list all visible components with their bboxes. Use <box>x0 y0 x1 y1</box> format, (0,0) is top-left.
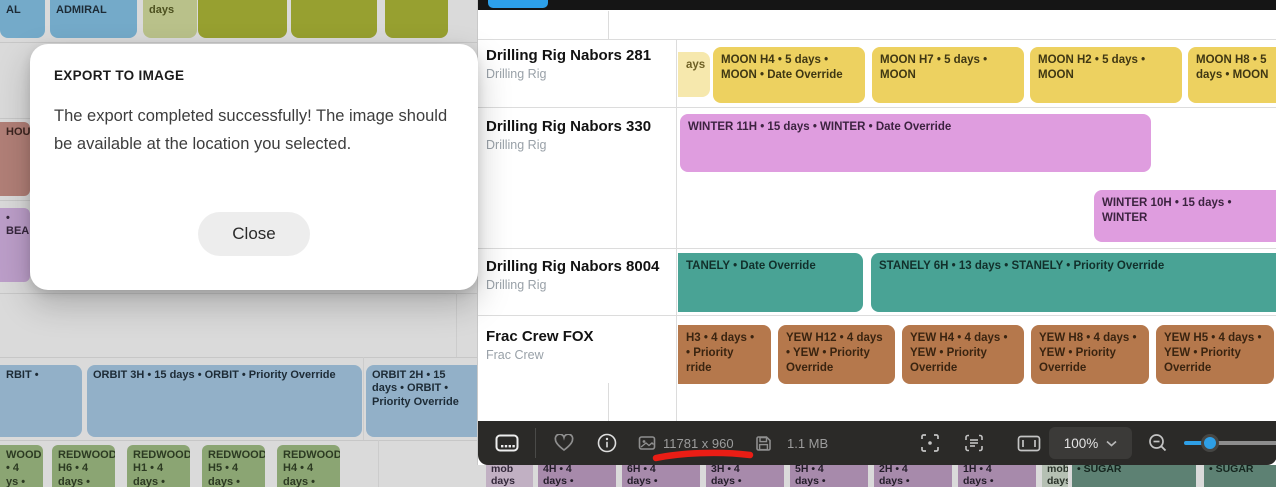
stage-cell[interactable]: 1H • 4days • <box>958 465 1036 487</box>
row-divider <box>478 315 1276 316</box>
stage-cell[interactable]: 3H • 4days • <box>706 465 784 487</box>
gantt-row-subtitle: Drilling Rig <box>486 278 546 293</box>
text-recognition-icon[interactable] <box>964 421 984 465</box>
column-divider <box>608 383 609 421</box>
stage-cell[interactable]: 2H • 4days • <box>874 465 952 487</box>
viewer-toolbar: 11781 x 960 1.1 MB <box>478 421 1276 465</box>
column-divider <box>608 11 609 39</box>
modal-title: EXPORT TO IMAGE <box>54 68 184 83</box>
app-screen: ALADMIRALdays HOUS • BEA RBIT •ORBIT 3H • 1… <box>0 0 1276 487</box>
yew-bar: YEW H12 • 4 days • YEW • Priority Overri… <box>778 325 895 384</box>
file-size-text: 1.1 MB <box>787 421 828 465</box>
stage-cell[interactable]: 4H • 4days • <box>538 465 616 487</box>
moon-bar: MOON H8 • 5 days • MOON <box>1188 47 1276 103</box>
center-focus-icon[interactable] <box>920 421 940 465</box>
fit-to-width-icon[interactable] <box>1017 421 1041 465</box>
viewer-top-bar <box>478 0 1276 10</box>
orbit-bar[interactable]: ORBIT 2H • 15 days • ORBIT • Priority Ov… <box>366 365 477 437</box>
orbit-bar[interactable]: RBIT • <box>0 365 82 437</box>
image-dimensions-icon <box>638 421 656 465</box>
gantt-row-subtitle: Drilling Rig <box>486 67 546 82</box>
label-column-border <box>676 39 677 421</box>
olive-bar[interactable] <box>198 0 287 38</box>
admiral-bar[interactable]: AL <box>0 0 45 38</box>
stanely-bar: TANELY • Date Override <box>678 253 863 312</box>
save-icon <box>755 421 772 465</box>
modal-body: The export completed successfully! The i… <box>54 102 456 158</box>
grid-line <box>363 357 364 440</box>
mob-cell[interactable]: mobdays <box>486 465 533 487</box>
row-divider <box>0 42 477 43</box>
yew-bar: H3 • 4 days •• Priorityrride <box>678 325 771 384</box>
zoom-level-value: 100% <box>1064 436 1099 451</box>
olive-bar[interactable] <box>385 0 448 38</box>
sugar-cell[interactable]: • SUGAR <box>1072 465 1196 487</box>
mob-cell[interactable]: mobdays <box>1042 465 1068 487</box>
toolbar-divider <box>535 428 536 458</box>
info-icon[interactable] <box>597 421 617 465</box>
winter-bar: WINTER 10H • 15 days • WINTER <box>1094 190 1276 242</box>
yew-bar: YEW H4 • 4 days • YEW • Priority Overrid… <box>902 325 1024 384</box>
olive-bar[interactable] <box>291 0 377 38</box>
gantt-row-subtitle: Drilling Rig <box>486 138 546 153</box>
admiral-bar[interactable]: ADMIRAL <box>50 0 137 38</box>
moon-bar: MOON H2 • 5 days • MOON <box>1030 47 1182 103</box>
export-modal: EXPORT TO IMAGE The export completed suc… <box>30 44 478 290</box>
image-viewer-panel: Drilling Rig Nabors 281 Drilling Rig Dri… <box>477 0 1276 465</box>
grid-line <box>456 293 457 357</box>
gantt-row-title: Drilling Rig Nabors 330 <box>486 118 651 136</box>
yew-bar: YEW H5 • 4 days • YEW • Priority Overrid… <box>1156 325 1274 384</box>
row-divider <box>0 440 477 441</box>
zoom-out-icon[interactable] <box>1148 421 1168 465</box>
sugar-cell[interactable]: • SUGAR <box>1204 465 1276 487</box>
gantt-row-title: Frac Crew FOX <box>486 328 594 346</box>
yew-bar: YEW H8 • 4 days • YEW • Priority Overrid… <box>1031 325 1149 384</box>
dock-icon[interactable] <box>495 421 519 465</box>
zoom-slider-thumb[interactable] <box>1201 434 1219 452</box>
house-bar[interactable]: HOUS <box>0 122 30 196</box>
moon-bar: MOON H4 • 5 days • MOON • Date Override <box>713 47 865 103</box>
row-divider <box>478 39 1276 40</box>
orbit-bar[interactable]: ORBIT 3H • 15 days • ORBIT • Priority Ov… <box>87 365 362 437</box>
close-button[interactable]: Close <box>198 212 310 256</box>
zoom-level-dropdown[interactable]: 100% <box>1049 427 1132 459</box>
moon-bar: MOON H7 • 5 days • MOON <box>872 47 1024 103</box>
row-divider <box>0 357 477 358</box>
gantt-row-title: Drilling Rig Nabors 281 <box>486 47 651 65</box>
background-strip-row: mobdays4H • 4days •6H • 4days •3H • 4day… <box>0 465 1276 487</box>
image-dimensions-text: 11781 x 960 <box>663 421 734 465</box>
stage-cell[interactable]: 5H • 4days • <box>790 465 868 487</box>
days-bar[interactable]: days <box>143 0 197 38</box>
row-divider <box>478 248 1276 249</box>
favorite-heart-icon[interactable] <box>554 421 574 465</box>
stage-cell[interactable]: 6H • 4days • <box>622 465 700 487</box>
chevron-down-icon <box>1106 440 1117 447</box>
gantt-row-subtitle: Frac Crew <box>486 348 544 363</box>
row-divider <box>0 293 477 294</box>
row-divider <box>478 107 1276 108</box>
zoom-slider-track[interactable] <box>1218 441 1276 445</box>
bear-bar[interactable]: • BEA <box>0 208 30 282</box>
stanely-bar: STANELY 6H • 13 days • STANELY • Priorit… <box>871 253 1276 312</box>
moon-partial-bar: ays <box>678 52 710 97</box>
accent-pill <box>488 0 548 8</box>
winter-bar: WINTER 11H • 15 days • WINTER • Date Ove… <box>680 114 1151 172</box>
gantt-row-title: Drilling Rig Nabors 8004 <box>486 258 659 276</box>
